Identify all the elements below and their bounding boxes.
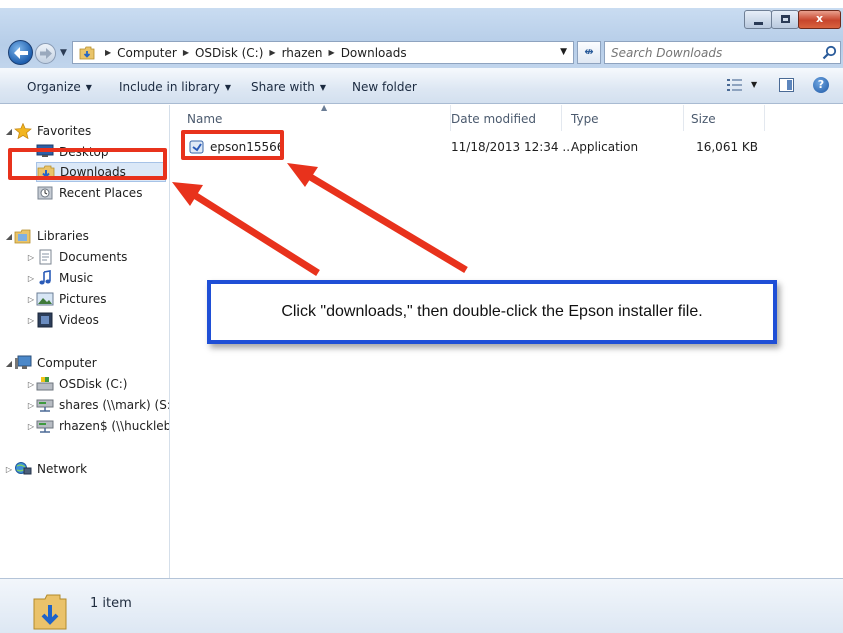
arrow-to-downloads (172, 182, 320, 276)
instruction-callout: Click "downloads," then double-click the… (207, 280, 777, 344)
instruction-text: Click "downloads," then double-click the… (281, 303, 703, 320)
arrow-to-file (287, 163, 468, 274)
